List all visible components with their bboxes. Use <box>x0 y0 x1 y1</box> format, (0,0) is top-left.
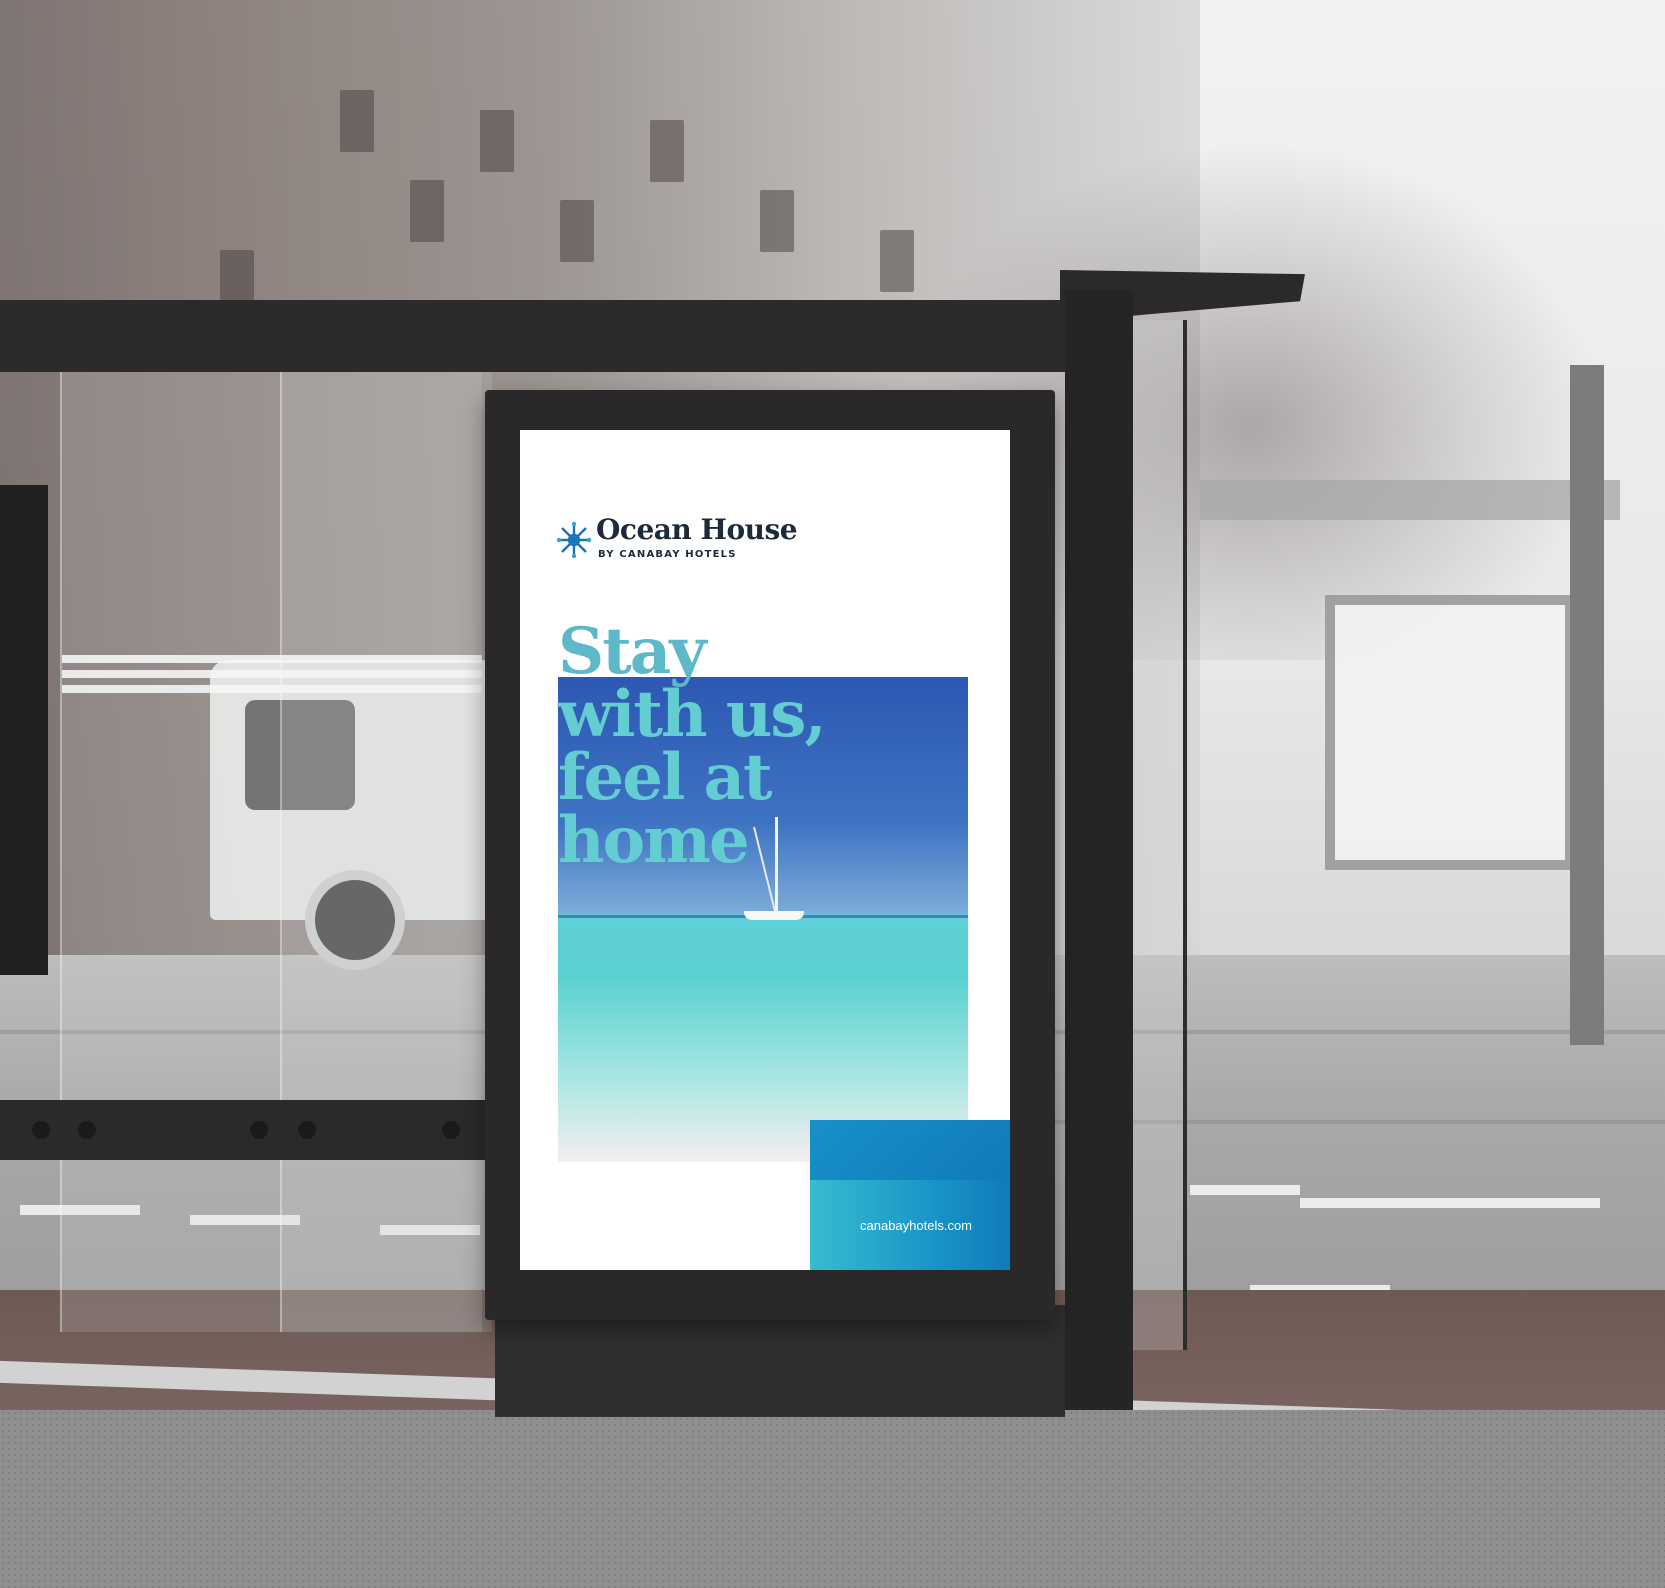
shelter-bench-rail <box>0 1100 490 1160</box>
headline: Stay with us, feel at home <box>558 614 827 878</box>
snowflake-star-icon <box>556 521 592 559</box>
headline-line: Stay <box>558 614 706 689</box>
asphalt <box>0 1410 1665 1588</box>
distant-poster <box>1325 595 1575 870</box>
building-window <box>760 190 794 252</box>
billboard-base <box>495 1305 1065 1417</box>
building-window <box>410 180 444 242</box>
headline-line: feel at <box>558 740 773 815</box>
glass-decal-stripe <box>62 670 482 678</box>
bolt <box>442 1121 460 1139</box>
headline-line: with us, <box>558 677 827 752</box>
glass-decal-stripe <box>62 655 482 663</box>
bolt <box>298 1121 316 1139</box>
building-window <box>560 200 594 262</box>
bolt <box>32 1121 50 1139</box>
bolt <box>250 1121 268 1139</box>
shelter-post <box>1065 290 1133 1410</box>
brand-subtitle: BY CANABAY HOTELS <box>598 549 737 560</box>
road-marking <box>1190 1185 1300 1195</box>
shelter-roof <box>0 300 1090 372</box>
bolt <box>78 1121 96 1139</box>
brand-name: Ocean House <box>596 513 798 546</box>
headline-line: home <box>558 803 750 878</box>
distant-shelter-roof <box>1200 480 1620 520</box>
building-window <box>340 90 374 152</box>
advertising-poster: Ocean House BY CANABAY HOTELS canabayhot… <box>520 430 1010 1270</box>
road-marking <box>1300 1198 1600 1208</box>
building-window <box>650 120 684 182</box>
website-url[interactable]: canabayhotels.com <box>860 1218 972 1233</box>
glass-panel <box>280 372 492 1332</box>
side-glass-panel <box>1133 320 1187 1350</box>
glass-decal-stripe <box>62 685 482 693</box>
building-window <box>480 110 514 172</box>
sailboat-hull <box>744 911 804 920</box>
distant-pole <box>1570 365 1604 1045</box>
left-display-panel <box>0 485 48 975</box>
bus-shelter-scene: Ocean House BY CANABAY HOTELS canabayhot… <box>0 0 1665 1588</box>
